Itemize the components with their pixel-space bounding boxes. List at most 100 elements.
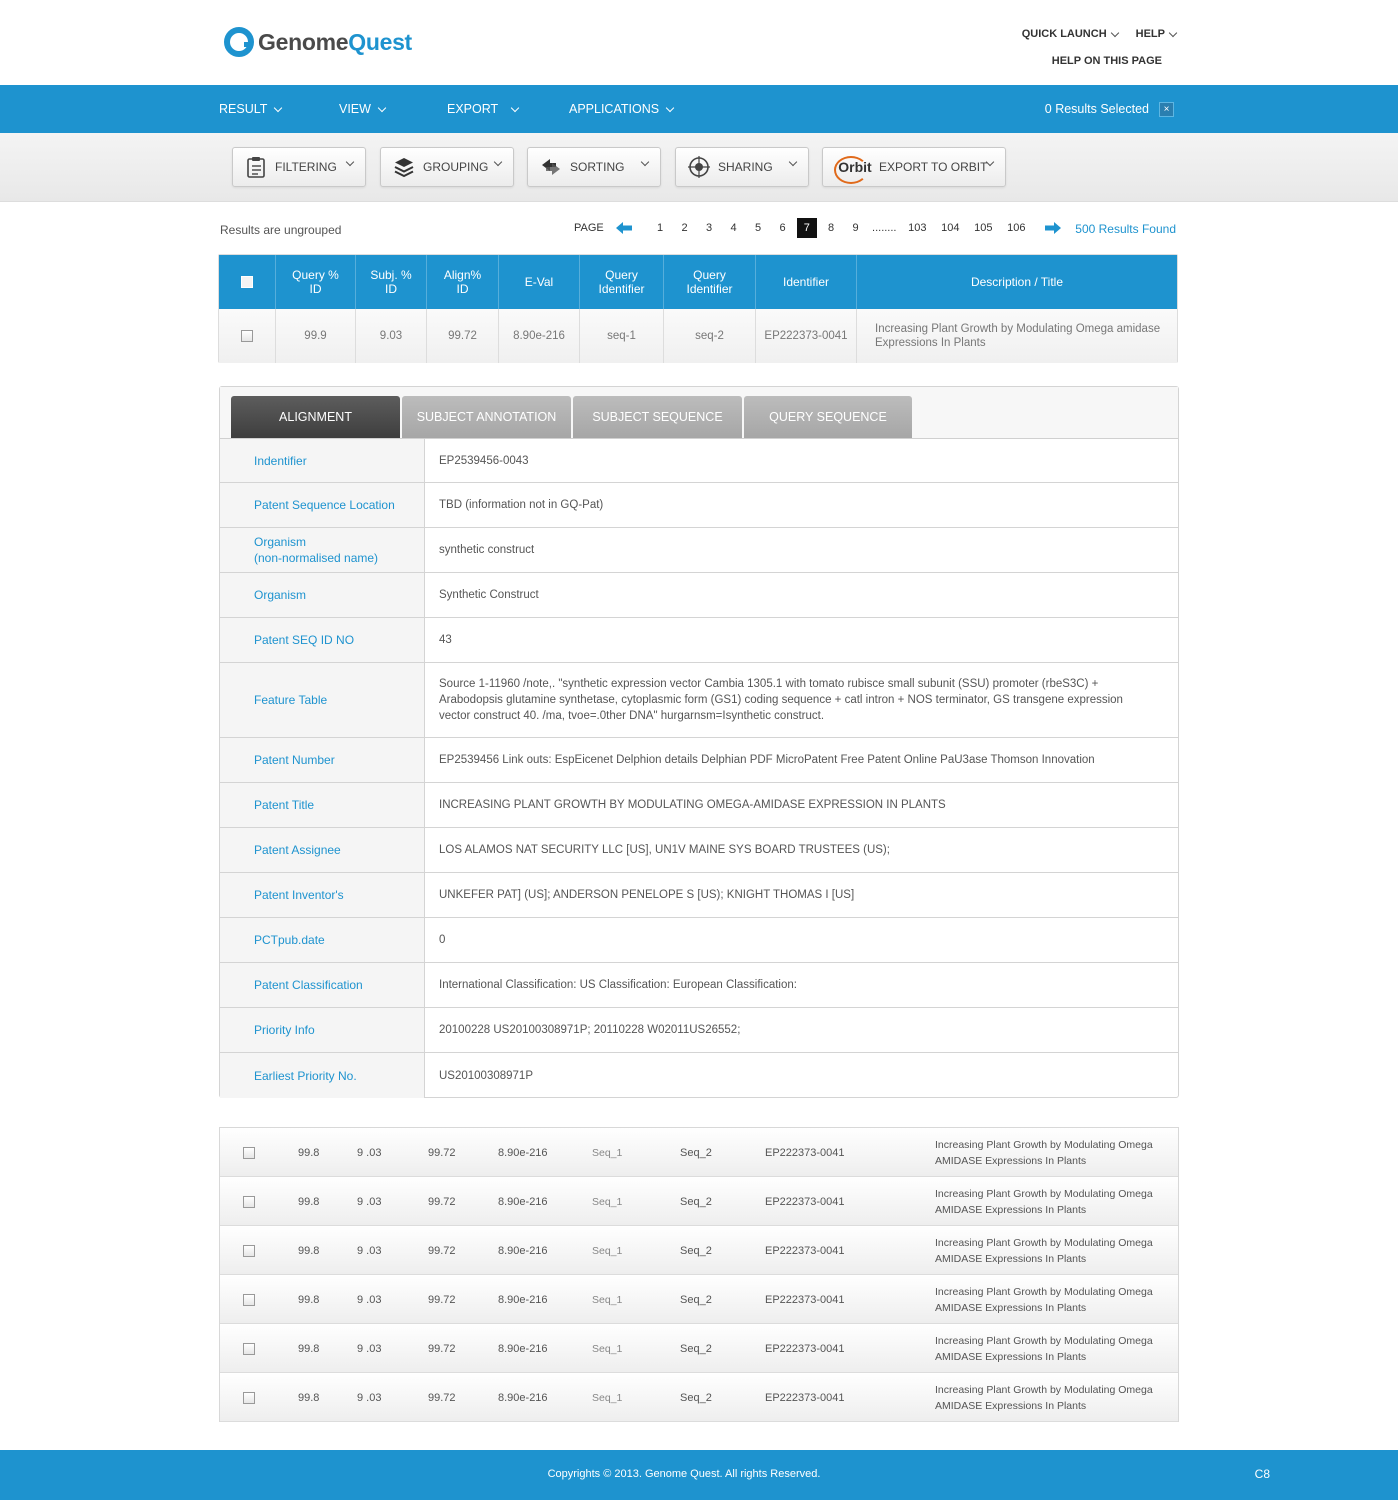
detail-row-patent-number: Patent Number EP2539456 Link outs: EspEic…: [220, 738, 1178, 783]
select-all-checkbox[interactable]: [241, 276, 253, 288]
page-2[interactable]: 2: [672, 222, 697, 234]
share-globe-icon: [688, 156, 710, 178]
detail-value: 43: [439, 634, 452, 646]
header-align-pct[interactable]: Align% ID: [426, 255, 498, 309]
next-page-icon[interactable]: [1044, 222, 1061, 234]
grouping-button[interactable]: GROUPING: [380, 147, 514, 187]
cell-eval: 8.90e-216: [498, 309, 579, 363]
tab-subject-sequence[interactable]: SUBJECT SEQUENCE: [573, 396, 742, 438]
results-table: Query % ID Subj. % ID Align% ID E-Val Qu…: [218, 254, 1178, 363]
table-row[interactable]: 99.9 9.03 99.72 8.90e-216 seq-1 seq-2 EP…: [219, 309, 1177, 363]
detail-row-patent-assignee: Patent Assignee LOS ALAMOS NAT SECURITY L…: [220, 828, 1178, 873]
row-select-cell: [219, 309, 275, 363]
cell-description: Increasing Plant Growth by Modulating Om…: [935, 1138, 1153, 1167]
cell-align-pct: 99.72: [428, 1293, 456, 1306]
page-6[interactable]: 6: [770, 222, 795, 234]
header-query-identifier[interactable]: Query Identifier: [579, 255, 663, 309]
export-to-orbit-button[interactable]: Orbit EXPORT TO ORBIT: [822, 147, 1006, 187]
header-identifier[interactable]: Identifier: [755, 255, 856, 309]
page-1[interactable]: 1: [648, 222, 673, 234]
page-ellipsis: ........: [872, 222, 897, 234]
row-select-cell: [243, 1275, 255, 1324]
page-106[interactable]: 106: [1000, 222, 1033, 234]
cell-eval: 8.90e-216: [498, 1244, 548, 1257]
chevron-down-icon: [377, 103, 387, 112]
page-4[interactable]: 4: [721, 222, 746, 234]
cell-identifier: EP222373-0041: [765, 1244, 845, 1257]
sharing-button[interactable]: SHARING: [675, 147, 809, 187]
header-query-pct[interactable]: Query % ID: [275, 255, 355, 309]
detail-value: UNKEFER PAT] (US]; ANDERSON PENELOPE S […: [439, 889, 855, 901]
page-9[interactable]: 9: [843, 222, 868, 234]
page-103[interactable]: 103: [901, 222, 934, 234]
page-104[interactable]: 104: [934, 222, 967, 234]
list-item[interactable]: 99.8 9 .03 99.72 8.90e-216 Seq_1 Seq_2 EP22237…: [220, 1177, 1178, 1226]
list-item[interactable]: 99.8 9 .03 99.72 8.90e-216 Seq_1 Seq_2 EP22237…: [220, 1373, 1178, 1422]
nav-result[interactable]: RESULT: [219, 85, 283, 133]
nav-applications[interactable]: APPLICATIONS: [569, 85, 675, 133]
prev-page-icon[interactable]: [615, 222, 632, 234]
nav-export[interactable]: EXPORT: [447, 85, 520, 133]
header-query-identifier-2[interactable]: Query Identifier: [663, 255, 755, 309]
list-item[interactable]: 99.8 9 .03 99.72 8.90e-216 Seq_1 Seq_2 EP22237…: [220, 1128, 1178, 1177]
tab-query-sequence[interactable]: QUERY SEQUENCE: [744, 396, 912, 438]
chevron-down-icon: [1168, 28, 1178, 37]
header-eval[interactable]: E-Val: [498, 255, 579, 309]
page-3[interactable]: 3: [697, 222, 722, 234]
layers-icon: [393, 156, 415, 178]
row-checkbox[interactable]: [243, 1342, 255, 1355]
cell-query-pct: 99.8: [298, 1244, 320, 1257]
header-subj-pct[interactable]: Subj. % ID: [355, 255, 426, 309]
sorting-button[interactable]: SORTING: [527, 147, 661, 187]
clear-selection-icon[interactable]: ×: [1159, 101, 1174, 117]
list-item[interactable]: 99.8 9 .03 99.72 8.90e-216 Seq_1 Seq_2 EP22237…: [220, 1275, 1178, 1324]
cell-subj-pct: 9 .03: [357, 1293, 382, 1306]
detail-row-organism-raw: Organism (non-normalised name) synthetic …: [220, 528, 1178, 573]
row-checkbox[interactable]: [243, 1293, 255, 1306]
chevron-down-icon: [1110, 28, 1119, 37]
cell-subj-pct: 9 .03: [357, 1244, 382, 1257]
detail-label: Patent SEQ ID NO: [220, 618, 425, 662]
detail-row-earliest-priority: Earliest Priority No. US20100308971P: [220, 1053, 1178, 1098]
cell-align-pct: 99.72: [428, 1391, 456, 1404]
chevron-down-icon: [665, 103, 675, 112]
page-8[interactable]: 8: [819, 222, 844, 234]
page-7-current[interactable]: 7: [796, 218, 817, 238]
logo[interactable]: GenomeQuest: [214, 16, 426, 68]
header-description[interactable]: Description / Title: [856, 255, 1177, 309]
detail-row-patent-sequence-location: Patent Sequence Location TBD (information…: [220, 483, 1178, 528]
row-checkbox[interactable]: [243, 1244, 255, 1257]
main-nav: RESULT VIEW EXPORT APPLICATIONS 0 Result…: [0, 85, 1398, 133]
detail-value: 0: [439, 934, 446, 946]
page-label: PAGE: [574, 222, 604, 234]
chevron-down-icon: [510, 103, 520, 112]
list-item[interactable]: 99.8 9 .03 99.72 8.90e-216 Seq_1 Seq_2 EP22237…: [220, 1226, 1178, 1275]
cell-query-id-2: Seq_2: [680, 1244, 712, 1257]
detail-tabs: ALIGNMENT SUBJECT ANNOTATION SUBJECT SEQ…: [220, 387, 1178, 439]
tab-alignment[interactable]: ALIGNMENT: [231, 396, 400, 438]
help-on-page-link[interactable]: HELP ON THIS PAGE: [1052, 55, 1162, 67]
results-selected-count: 0 Results Selected: [1044, 102, 1149, 116]
help-menu[interactable]: HELP: [1136, 28, 1178, 40]
detail-value: INCREASING PLANT GROWTH BY MODULATING OM…: [439, 799, 946, 811]
page-5[interactable]: 5: [746, 222, 771, 234]
cell-description: Increasing Plant Growth by Modulating Om…: [935, 1187, 1153, 1216]
nav-view[interactable]: VIEW: [339, 85, 387, 133]
tab-subject-annotation[interactable]: SUBJECT ANNOTATION: [402, 396, 571, 438]
detail-value: Source 1-11960 /note,. "synthetic expres…: [439, 678, 1123, 722]
select-all-cell: [219, 255, 275, 309]
list-item[interactable]: 99.8 9 .03 99.72 8.90e-216 Seq_1 Seq_2 EP22237…: [220, 1324, 1178, 1373]
page-105[interactable]: 105: [967, 222, 1000, 234]
row-checkbox[interactable]: [243, 1391, 255, 1404]
detail-value: International Classification: US Classif…: [439, 979, 797, 991]
row-checkbox[interactable]: [243, 1146, 255, 1159]
detail-value: TBD (information not in GQ-Pat): [439, 499, 604, 511]
detail-label: Indentifier: [220, 439, 425, 482]
quick-launch-menu[interactable]: QUICK LAUNCH: [1022, 28, 1119, 40]
copyright: Copyrights © 2013. Genome Quest. All rig…: [547, 1468, 821, 1480]
filtering-button[interactable]: FILTERING: [232, 147, 366, 187]
row-checkbox[interactable]: [243, 1195, 255, 1208]
cell-description: Increasing Plant Growth by Modulating Om…: [935, 1383, 1153, 1412]
grouping-status: Results are ungrouped: [220, 223, 342, 237]
row-checkbox[interactable]: [241, 330, 253, 342]
